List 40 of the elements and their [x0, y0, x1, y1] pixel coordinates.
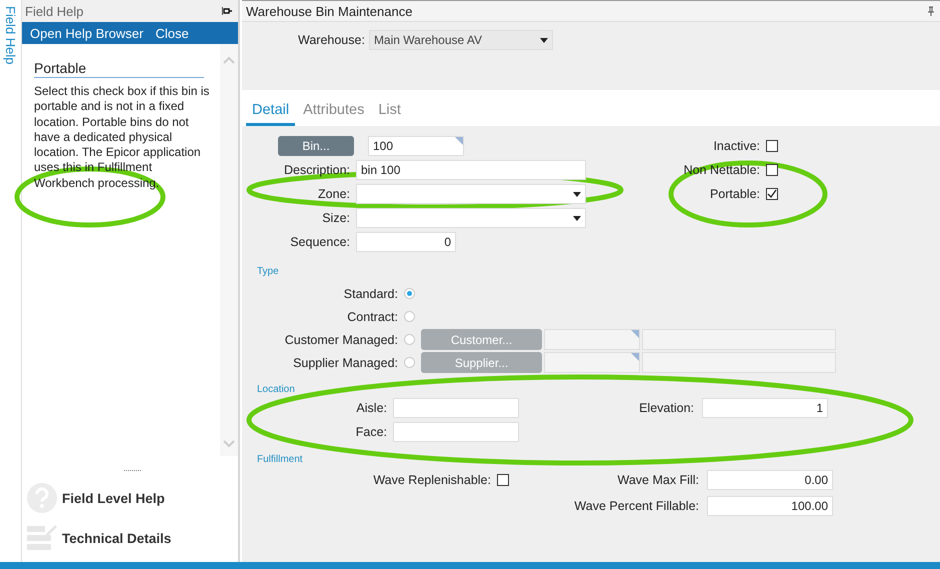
field-label: Zone:	[317, 187, 350, 201]
tab[interactable]: Attributes	[297, 102, 370, 126]
field-label: Contract:	[346, 310, 398, 324]
field-label: Warehouse:	[298, 33, 365, 47]
section-heading: Type	[257, 266, 280, 279]
field-label: Supplier Managed:	[292, 356, 398, 370]
input-field[interactable]: 100.00	[707, 496, 833, 516]
side-tab[interactable]: Field Help	[3, 6, 18, 65]
splitter-grip[interactable]: ·········	[123, 464, 141, 476]
help-link[interactable]: Technical Details	[62, 530, 172, 546]
field-label: Wave Max Fill:	[616, 473, 699, 487]
tab[interactable]: List	[372, 102, 407, 126]
field-label: Standard:	[342, 286, 398, 300]
input-field[interactable]: 0.00	[707, 470, 833, 490]
field-label: Description:	[283, 163, 350, 177]
field-label: Aisle:	[355, 401, 387, 415]
field-label: Sequence:	[289, 235, 350, 249]
input-field[interactable]: 1	[702, 398, 828, 418]
warehouse-dropdown[interactable]: Main Warehouse AV	[368, 30, 553, 50]
field-label: Face:	[354, 425, 387, 439]
help-topic: Portable	[34, 60, 204, 78]
field-label: Customer Managed:	[284, 332, 398, 346]
window-title: Warehouse Bin Maintenance	[246, 4, 412, 18]
field-label: Size:	[321, 211, 350, 225]
tab[interactable]: Detail	[246, 102, 296, 126]
field-label: Elevation:	[638, 401, 694, 415]
field-label: Wave Replenishable:	[372, 473, 491, 487]
section-heading: Fulfillment	[257, 454, 304, 467]
bin-button[interactable]: Bin...	[278, 136, 354, 156]
toolbar-button[interactable]: Close	[151, 26, 193, 40]
help-link[interactable]: Field Level Help	[62, 490, 165, 506]
input-field[interactable]: 0	[356, 232, 456, 252]
toolbar-button[interactable]: Open Help Browser	[26, 26, 148, 40]
field-label: Portable:	[710, 187, 760, 201]
field-label: Inactive:	[713, 139, 760, 153]
section-heading: Location	[257, 384, 296, 397]
panel-title: Field Help	[25, 4, 84, 18]
input-field[interactable]: bin 100	[356, 160, 586, 180]
input-field[interactable]: 100	[368, 136, 464, 156]
field-label: Wave Percent Fillable:	[573, 499, 699, 513]
